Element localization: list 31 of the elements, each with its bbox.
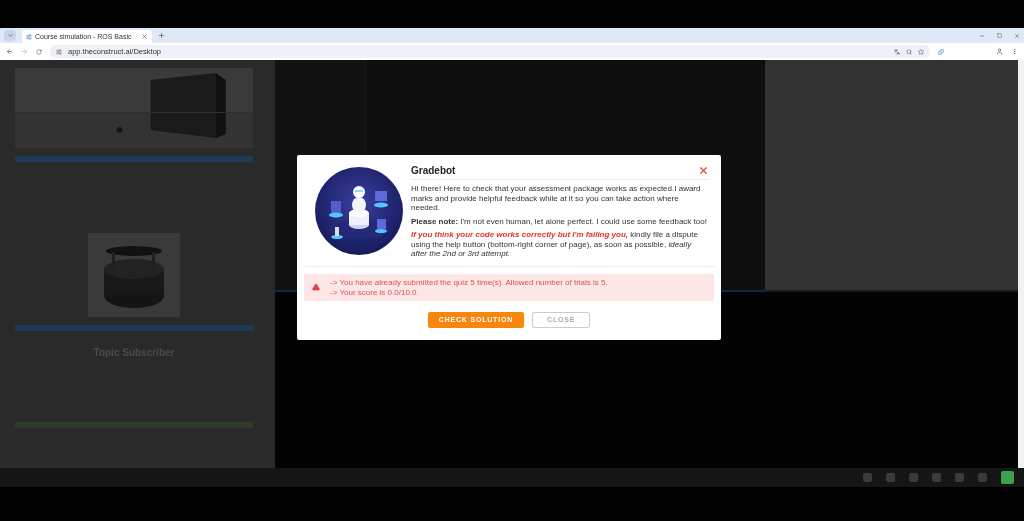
dialog-text: If you think your code works correctly but I'm failing you, kindly file a dispute using the help button (bottom-right corner of page), as soon as possible, ideally after the 2nd or 3rd attempt. bbox=[411, 230, 699, 259]
back-icon[interactable] bbox=[6, 48, 13, 55]
taskbar-icon[interactable] bbox=[955, 473, 964, 482]
minimize-icon[interactable] bbox=[979, 32, 985, 39]
zoom-icon[interactable] bbox=[906, 48, 912, 55]
warning-icon bbox=[312, 283, 320, 291]
taskbar-icon[interactable] bbox=[978, 473, 987, 482]
tab-search-button[interactable] bbox=[4, 30, 16, 41]
new-tab-icon[interactable] bbox=[158, 32, 165, 39]
taskbar-icon[interactable] bbox=[886, 473, 895, 482]
chevron-icon bbox=[6, 32, 14, 39]
close-icon bbox=[698, 165, 709, 176]
taskbar-icon[interactable] bbox=[863, 473, 872, 482]
star-icon[interactable] bbox=[918, 48, 924, 55]
dialog-text: Hi there! Here to check that your assessment package works as expected.I award marks and provide helpful feedback while at it so you can take action where needed. bbox=[411, 184, 702, 213]
close-icon[interactable] bbox=[141, 33, 148, 40]
extension-icon[interactable] bbox=[938, 48, 944, 55]
dialog-title: Gradebot bbox=[411, 165, 456, 176]
close-button[interactable] bbox=[698, 165, 709, 176]
alert-text: -> Your score is 0.0/10.0. bbox=[330, 287, 420, 297]
taskbar-icon[interactable] bbox=[932, 473, 941, 482]
close-icon[interactable] bbox=[1014, 32, 1020, 39]
translate-icon[interactable] bbox=[894, 48, 900, 55]
help-button[interactable] bbox=[1001, 471, 1014, 484]
dialog-text: Please note: I'm not even human, let alone perfect. I could use some feedback too! bbox=[411, 216, 708, 226]
maximize-icon[interactable] bbox=[997, 33, 1002, 38]
alert-text: -> You have already submitted the quiz 5 time(s). Allowed number of trials is 5. bbox=[330, 277, 608, 287]
avatar-icon[interactable] bbox=[996, 48, 1003, 55]
taskbar-icon[interactable] bbox=[909, 473, 918, 482]
reload-icon[interactable] bbox=[36, 48, 42, 55]
forward-icon[interactable] bbox=[21, 48, 28, 55]
